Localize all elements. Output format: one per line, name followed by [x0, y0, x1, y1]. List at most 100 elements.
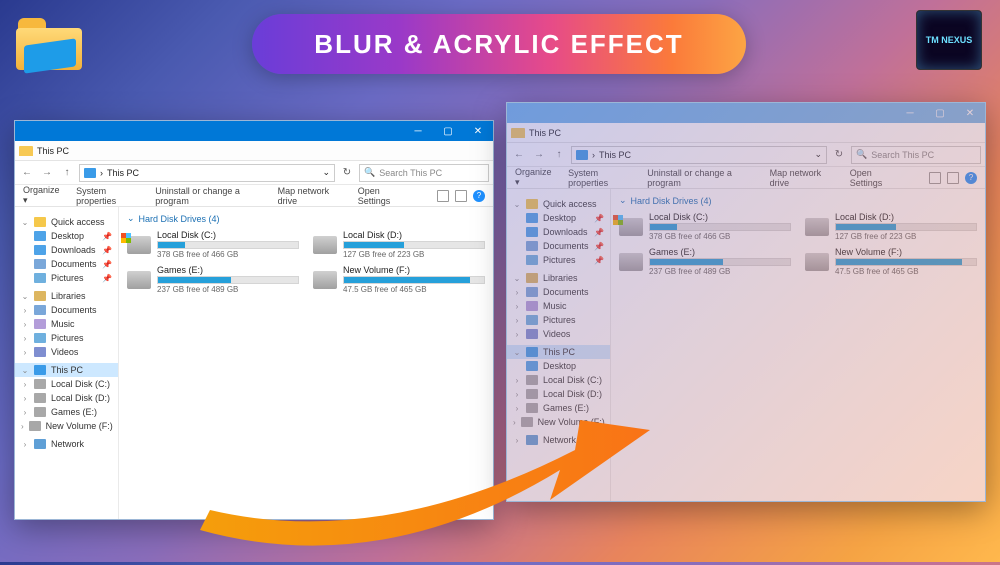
tab-strip: This PC — [507, 123, 985, 143]
cmd-map-network[interactable]: Map network drive — [770, 168, 836, 188]
section-header[interactable]: ⌄Hard Disk Drives (4) — [619, 195, 977, 206]
drive-icon — [127, 236, 151, 254]
up-button[interactable]: ↑ — [59, 165, 75, 181]
sidebar-libraries[interactable]: ⌄Libraries — [15, 289, 118, 303]
drive-icon — [805, 253, 829, 271]
sidebar-item-lib-videos[interactable]: ›Videos — [507, 327, 610, 341]
sidebar-item-lib-pictures[interactable]: ›Pictures — [507, 313, 610, 327]
cmd-organize[interactable]: Organize ▾ — [515, 167, 554, 188]
sidebar-item-pictures[interactable]: Pictures📌 — [15, 271, 118, 285]
drives-grid: Local Disk (C:) 378 GB free of 466 GB Lo… — [127, 230, 485, 294]
sidebar: ⌄Quick access Desktop📌 Downloads📌 Docume… — [15, 207, 119, 519]
up-button[interactable]: ↑ — [551, 147, 567, 163]
close-button[interactable]: ✕ — [955, 103, 985, 123]
cmd-organize[interactable]: Organize ▾ — [23, 185, 62, 206]
sidebar-item-lib-documents[interactable]: ›Documents — [507, 285, 610, 299]
sidebar-item-lib-videos[interactable]: ›Videos — [15, 345, 118, 359]
drive-item[interactable]: Local Disk (C:) 378 GB free of 466 GB — [127, 230, 299, 259]
sidebar-item-downloads[interactable]: Downloads📌 — [507, 225, 610, 239]
cmd-uninstall[interactable]: Uninstall or change a program — [155, 186, 263, 206]
search-icon: 🔍 — [364, 167, 375, 178]
sidebar: ⌄Quick access Desktop📌 Downloads📌 Docume… — [507, 189, 611, 501]
back-button[interactable]: ← — [19, 165, 35, 181]
drive-item[interactable]: Local Disk (C:) 378 GB free of 466 GB — [619, 212, 791, 241]
titlebar: ─ ▢ ✕ — [15, 121, 493, 141]
forward-button[interactable]: → — [39, 165, 55, 181]
cmd-system-properties[interactable]: System properties — [568, 168, 633, 188]
pc-icon — [576, 150, 588, 160]
tab-this-pc[interactable]: This PC — [529, 128, 561, 138]
view-mode-icon[interactable] — [929, 172, 941, 184]
sidebar-item-downloads[interactable]: Downloads📌 — [15, 243, 118, 257]
section-header[interactable]: ⌄Hard Disk Drives (4) — [127, 213, 485, 224]
sidebar-item-lib-music[interactable]: ›Music — [15, 317, 118, 331]
refresh-button[interactable]: ↻ — [831, 147, 847, 163]
drive-item[interactable]: Local Disk (D:) 127 GB free of 223 GB — [313, 230, 485, 259]
sidebar-item-drive-e[interactable]: ›Games (E:) — [507, 401, 610, 415]
sidebar-item-desktop[interactable]: Desktop📌 — [507, 211, 610, 225]
preview-pane-icon[interactable] — [947, 172, 959, 184]
forward-button[interactable]: → — [531, 147, 547, 163]
view-mode-icon[interactable] — [437, 190, 449, 202]
search-input[interactable]: 🔍 Search This PC — [359, 164, 489, 182]
sidebar-network[interactable]: ›Network — [15, 437, 118, 451]
sidebar-item-desktop-pc[interactable]: Desktop — [507, 359, 610, 373]
sidebar-item-drive-c[interactable]: ›Local Disk (C:) — [507, 373, 610, 387]
sidebar-network[interactable]: ›Network — [507, 433, 610, 447]
sidebar-item-drive-f[interactable]: ›New Volume (F:) — [507, 415, 610, 429]
sidebar-item-lib-pictures[interactable]: ›Pictures — [15, 331, 118, 345]
help-icon[interactable]: ? — [965, 172, 977, 184]
sidebar-this-pc[interactable]: ⌄This PC — [507, 345, 610, 359]
refresh-button[interactable]: ↻ — [339, 165, 355, 181]
sidebar-item-lib-documents[interactable]: ›Documents — [15, 303, 118, 317]
drive-icon — [313, 271, 337, 289]
drives-grid: Local Disk (C:) 378 GB free of 466 GB Lo… — [619, 212, 977, 276]
address-input[interactable]: › This PC ⌄ — [79, 164, 335, 182]
search-icon: 🔍 — [856, 149, 867, 160]
command-bar: Organize ▾ System properties Uninstall o… — [15, 185, 493, 207]
sidebar-item-documents[interactable]: Documents📌 — [15, 257, 118, 271]
drive-item[interactable]: New Volume (F:) 47.5 GB free of 465 GB — [313, 265, 485, 294]
drive-icon — [619, 218, 643, 236]
sidebar-item-desktop[interactable]: Desktop📌 — [15, 229, 118, 243]
address-input[interactable]: › This PC ⌄ — [571, 146, 827, 164]
sidebar-quick-access[interactable]: ⌄Quick access — [15, 215, 118, 229]
sidebar-quick-access[interactable]: ⌄Quick access — [507, 197, 610, 211]
drive-icon — [127, 271, 151, 289]
pc-icon — [84, 168, 96, 178]
sidebar-libraries[interactable]: ⌄Libraries — [507, 271, 610, 285]
cmd-map-network[interactable]: Map network drive — [278, 186, 344, 206]
drive-item[interactable]: Games (E:) 237 GB free of 489 GB — [619, 247, 791, 276]
sidebar-item-documents[interactable]: Documents📌 — [507, 239, 610, 253]
drive-item[interactable]: New Volume (F:) 47.5 GB free of 465 GB — [805, 247, 977, 276]
drive-item[interactable]: Local Disk (D:) 127 GB free of 223 GB — [805, 212, 977, 241]
sidebar-item-drive-d[interactable]: ›Local Disk (D:) — [15, 391, 118, 405]
cmd-open-settings[interactable]: Open Settings — [850, 168, 901, 188]
maximize-button[interactable]: ▢ — [433, 121, 463, 141]
explorer-window-normal: ─ ▢ ✕ This PC ← → ↑ › This PC ⌄ ↻ 🔍 Sear… — [14, 120, 494, 520]
content-pane: ⌄Hard Disk Drives (4) Local Disk (C:) 37… — [119, 207, 493, 519]
command-bar: Organize ▾ System properties Uninstall o… — [507, 167, 985, 189]
help-icon[interactable]: ? — [473, 190, 485, 202]
cmd-system-properties[interactable]: System properties — [76, 186, 141, 206]
search-input[interactable]: 🔍 Search This PC — [851, 146, 981, 164]
back-button[interactable]: ← — [511, 147, 527, 163]
sidebar-item-drive-e[interactable]: ›Games (E:) — [15, 405, 118, 419]
minimize-button[interactable]: ─ — [895, 103, 925, 123]
close-button[interactable]: ✕ — [463, 121, 493, 141]
sidebar-item-drive-d[interactable]: ›Local Disk (D:) — [507, 387, 610, 401]
sidebar-this-pc[interactable]: ⌄This PC — [15, 363, 118, 377]
folder-icon — [511, 128, 525, 138]
sidebar-item-drive-f[interactable]: ›New Volume (F:) — [15, 419, 118, 433]
sidebar-item-drive-c[interactable]: ›Local Disk (C:) — [15, 377, 118, 391]
sidebar-item-pictures[interactable]: Pictures📌 — [507, 253, 610, 267]
drive-item[interactable]: Games (E:) 237 GB free of 489 GB — [127, 265, 299, 294]
maximize-button[interactable]: ▢ — [925, 103, 955, 123]
cmd-open-settings[interactable]: Open Settings — [358, 186, 409, 206]
tab-strip: This PC — [15, 141, 493, 161]
sidebar-item-lib-music[interactable]: ›Music — [507, 299, 610, 313]
tab-this-pc[interactable]: This PC — [37, 146, 69, 156]
cmd-uninstall[interactable]: Uninstall or change a program — [647, 168, 755, 188]
minimize-button[interactable]: ─ — [403, 121, 433, 141]
preview-pane-icon[interactable] — [455, 190, 467, 202]
